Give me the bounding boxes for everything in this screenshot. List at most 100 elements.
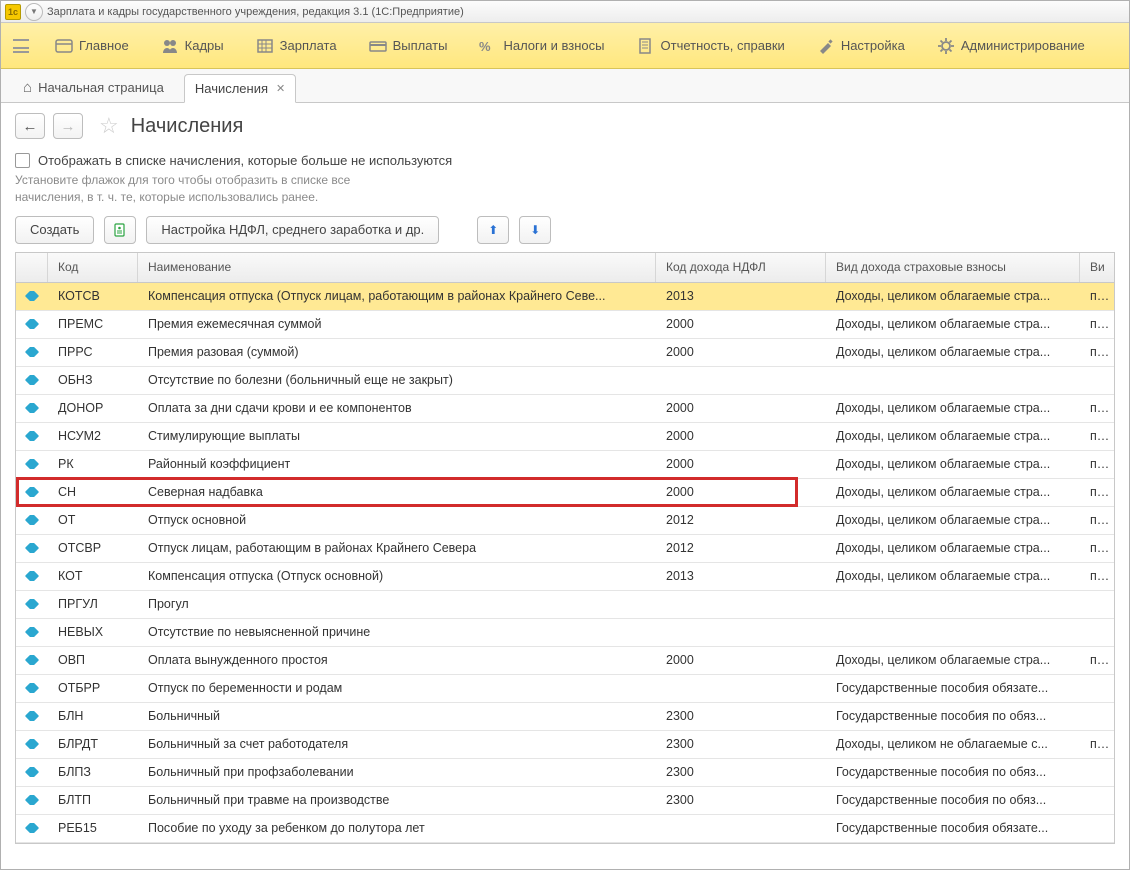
cell-insur: Доходы, целиком облагаемые стра...	[826, 569, 1080, 583]
table-row[interactable]: РЕБ15Пособие по уходу за ребенком до пол…	[16, 815, 1114, 843]
cell-insur: Доходы, целиком облагаемые стра...	[826, 513, 1080, 527]
arrow-down-icon: ⬇	[530, 223, 540, 237]
table-row[interactable]: ОВПОплата вынужденного простоя2000Доходы…	[16, 647, 1114, 675]
cell-vi: пп...	[1080, 289, 1114, 303]
cell-insur: Доходы, целиком облагаемые стра...	[826, 541, 1080, 555]
table-row[interactable]: КОТКомпенсация отпуска (Отпуск основной)…	[16, 563, 1114, 591]
table-row[interactable]: КОТСВКомпенсация отпуска (Отпуск лицам, …	[16, 283, 1114, 311]
tab-label: Начисления	[195, 81, 268, 96]
refresh-button[interactable]	[104, 216, 136, 244]
table-row[interactable]: ОТОтпуск основной2012Доходы, целиком обл…	[16, 507, 1114, 535]
favorite-star-icon[interactable]: ☆	[99, 113, 119, 139]
cell-insur: Государственные пособия по обяз...	[826, 709, 1080, 723]
cell-insur: Государственные пособия по обяз...	[826, 793, 1080, 807]
col-insur[interactable]: Вид дохода страховые взносы	[826, 253, 1080, 282]
table-row[interactable]: ОБНЗОтсутствие по болезни (больничный ещ…	[16, 367, 1114, 395]
menu-item-2[interactable]: Зарплата	[240, 33, 353, 59]
row-icon	[25, 403, 39, 413]
move-down-button[interactable]: ⬇	[519, 216, 551, 244]
table-row[interactable]: БЛТПБольничный при травме на производств…	[16, 787, 1114, 815]
cell-ndfl: 2000	[656, 429, 826, 443]
col-icon[interactable]	[16, 253, 48, 282]
cell-name: Оплата за дни сдачи крови и ее компонент…	[138, 401, 656, 415]
ndfl-settings-button[interactable]: Настройка НДФЛ, среднего заработка и др.	[146, 216, 439, 244]
cell-insur: Доходы, целиком облагаемые стра...	[826, 429, 1080, 443]
table-row[interactable]: БЛНБольничный2300Государственные пособия…	[16, 703, 1114, 731]
table-row[interactable]: РКРайонный коэффициент2000Доходы, целико…	[16, 451, 1114, 479]
table-row[interactable]: БЛРДТБольничный за счет работодателя2300…	[16, 731, 1114, 759]
cell-vi: пп...	[1080, 541, 1114, 555]
row-icon	[25, 347, 39, 357]
row-icon	[25, 683, 39, 693]
cell-ndfl: 2300	[656, 793, 826, 807]
col-code[interactable]: Код	[48, 253, 138, 282]
table-row[interactable]: БЛПЗБольничный при профзаболевании2300Го…	[16, 759, 1114, 787]
table-row[interactable]: ОТБРРОтпуск по беременности и родамГосуд…	[16, 675, 1114, 703]
table-row[interactable]: СНСеверная надбавка2000Доходы, целиком о…	[16, 479, 1114, 507]
move-up-button[interactable]: ⬆	[477, 216, 509, 244]
cell-code: ДОНОР	[48, 401, 138, 415]
menu-icon	[817, 37, 835, 55]
menu-item-6[interactable]: Настройка	[801, 33, 921, 59]
home-tab[interactable]: ⌂ Начальная страница	[11, 73, 176, 102]
home-tab-label: Начальная страница	[38, 80, 164, 95]
arrow-up-icon: ⬆	[488, 223, 498, 237]
col-vi[interactable]: Ви	[1080, 253, 1114, 282]
cell-insur: Доходы, целиком облагаемые стра...	[826, 317, 1080, 331]
title-bar: 1c ▼ Зарплата и кадры государственного у…	[1, 1, 1129, 23]
table-row[interactable]: ДОНОРОплата за дни сдачи крови и ее комп…	[16, 395, 1114, 423]
nav-back-button[interactable]: ←	[15, 113, 45, 139]
ndfl-settings-label: Настройка НДФЛ, среднего заработка и др.	[161, 222, 424, 237]
hamburger-icon[interactable]	[13, 39, 29, 53]
cell-code: БЛТП	[48, 793, 138, 807]
menu-icon	[256, 37, 274, 55]
col-ndfl[interactable]: Код дохода НДФЛ	[656, 253, 826, 282]
menu-item-7[interactable]: Администрирование	[921, 33, 1101, 59]
refresh-icon	[113, 223, 127, 237]
create-button[interactable]: Создать	[15, 216, 94, 244]
menu-item-5[interactable]: Отчетность, справки	[621, 33, 801, 59]
cell-vi: пп...	[1080, 401, 1114, 415]
row-icon	[25, 655, 39, 665]
menu-item-0[interactable]: Главное	[39, 33, 145, 59]
home-icon: ⌂	[23, 79, 32, 96]
row-icon	[25, 627, 39, 637]
menu-icon	[937, 37, 955, 55]
cell-code: ПРГУЛ	[48, 597, 138, 611]
cell-code: КОТСВ	[48, 289, 138, 303]
content-area: ← → ☆ Начисления Отображать в списке нач…	[1, 103, 1129, 844]
close-icon[interactable]: ✕	[276, 82, 285, 95]
cell-ndfl: 2012	[656, 541, 826, 555]
dropdown-chevron-icon[interactable]: ▼	[25, 3, 43, 21]
menu-item-4[interactable]: % Налоги и взносы	[463, 33, 620, 59]
table-row[interactable]: НСУМ2Стимулирующие выплаты2000Доходы, це…	[16, 423, 1114, 451]
grid-header: Код Наименование Код дохода НДФЛ Вид дох…	[16, 253, 1114, 283]
svg-text:%: %	[479, 39, 491, 54]
cell-ndfl: 2000	[656, 457, 826, 471]
row-icon	[25, 319, 39, 329]
show-unused-checkbox[interactable]	[15, 153, 30, 168]
cell-vi: пп...	[1080, 737, 1114, 751]
cell-vi: пп...	[1080, 569, 1114, 583]
tab-accruals[interactable]: Начисления ✕	[184, 74, 296, 103]
table-row[interactable]: ОТСВРОтпуск лицам, работающим в районах …	[16, 535, 1114, 563]
cell-vi: пп...	[1080, 653, 1114, 667]
menu-item-label: Налоги и взносы	[503, 38, 604, 53]
menu-item-3[interactable]: Выплаты	[353, 33, 464, 59]
cell-name: Больничный	[138, 709, 656, 723]
page-title: Начисления	[131, 115, 244, 138]
table-row[interactable]: НЕВЫХОтсутствие по невыясненной причине	[16, 619, 1114, 647]
cell-name: Премия разовая (суммой)	[138, 345, 656, 359]
col-name[interactable]: Наименование	[138, 253, 656, 282]
cell-insur: Доходы, целиком облагаемые стра...	[826, 345, 1080, 359]
table-row[interactable]: ПРРСПремия разовая (суммой)2000Доходы, ц…	[16, 339, 1114, 367]
cell-ndfl: 2000	[656, 653, 826, 667]
menu-item-1[interactable]: Кадры	[145, 33, 240, 59]
cell-code: РК	[48, 457, 138, 471]
table-row[interactable]: ПРЕМСПремия ежемесячная суммой2000Доходы…	[16, 311, 1114, 339]
menu-item-label: Главное	[79, 38, 129, 53]
nav-forward-button[interactable]: →	[53, 113, 83, 139]
cell-code: ОТ	[48, 513, 138, 527]
table-row[interactable]: ПРГУЛПрогул	[16, 591, 1114, 619]
cell-vi: пп...	[1080, 429, 1114, 443]
